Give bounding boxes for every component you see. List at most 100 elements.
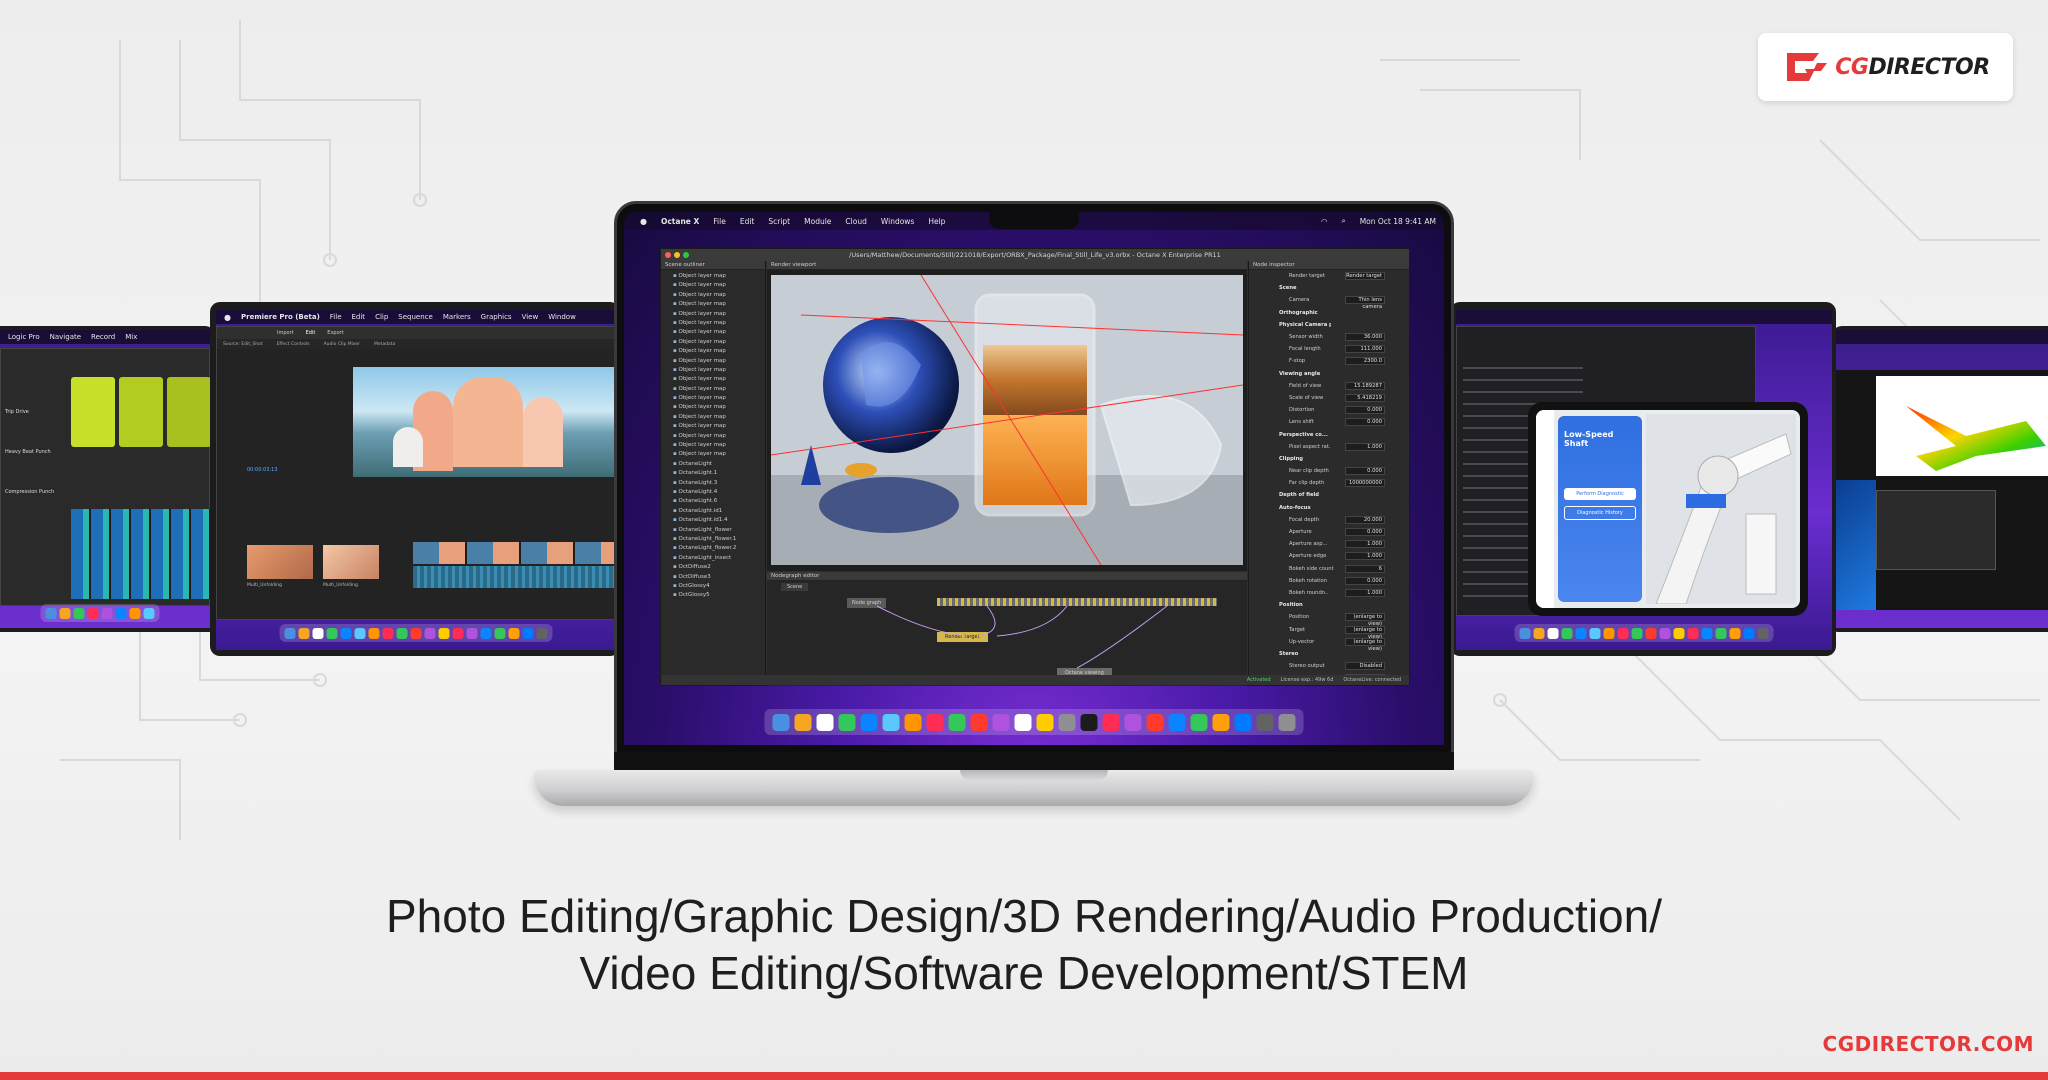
outliner-item[interactable]: Object layer map (673, 385, 765, 394)
inspector-row[interactable]: Scene (1249, 282, 1409, 294)
dock-app-icon[interactable] (1757, 627, 1769, 639)
inspector-row[interactable]: Pixel aspect rat. 1.000 (1249, 441, 1409, 453)
inspector-row[interactable]: Bokeh rotation 0.000 (1249, 575, 1409, 587)
dock-app-icon[interactable] (354, 627, 366, 639)
project-clip-thumb[interactable] (247, 545, 313, 579)
dock-app-icon[interactable] (45, 607, 57, 619)
inspector-value-field[interactable]: 20.000 (1345, 515, 1385, 524)
dock-app-icon[interactable] (410, 627, 422, 639)
inspector-row[interactable]: Aperture edge 1.000 (1249, 550, 1409, 562)
inspector-row[interactable]: Auto-focus (1249, 502, 1409, 514)
dock-app-icon[interactable] (1547, 627, 1559, 639)
menu-item[interactable]: Window (548, 313, 576, 321)
dock-app-icon[interactable] (1687, 627, 1699, 639)
inspector-row[interactable]: Aperture 0.000 (1249, 526, 1409, 538)
dock-app-icon[interactable] (1659, 627, 1671, 639)
inspector-value-field[interactable]: Thin lens camera (1345, 296, 1385, 310)
menu-item[interactable]: Graphics (481, 313, 512, 321)
dock-app-icon[interactable] (284, 627, 296, 639)
plugin-knob-panel[interactable] (71, 377, 115, 447)
dock-app-icon[interactable] (1080, 713, 1098, 731)
minimize-icon[interactable] (674, 252, 680, 258)
video-track[interactable] (413, 542, 616, 564)
inspector-value-field[interactable]: 5.418219 (1345, 393, 1385, 402)
inspector-value-field[interactable]: Disabled (1345, 662, 1385, 671)
menu-item[interactable]: Edit (352, 313, 366, 321)
zoom-icon[interactable] (683, 252, 689, 258)
inspector-row[interactable]: Stereo (1249, 648, 1409, 660)
dock-app-icon[interactable] (1631, 627, 1643, 639)
inspector-row[interactable]: Render target Render target (1249, 270, 1409, 282)
outliner-item[interactable]: Object layer map (673, 441, 765, 450)
inspector-value-field[interactable]: 1.000 (1345, 540, 1385, 549)
dock-app-icon[interactable] (480, 627, 492, 639)
inspector-row[interactable]: Aperture asp... 1.000 (1249, 538, 1409, 550)
menu-item[interactable]: View (522, 313, 539, 321)
dock-app-icon[interactable] (1212, 713, 1230, 731)
inspector-row[interactable]: Perspective co... (1249, 428, 1409, 440)
outliner-item[interactable]: OctGlossy5 (673, 591, 765, 600)
dock-app-icon[interactable] (860, 713, 878, 731)
outliner-item[interactable]: OctGlossy4 (673, 582, 765, 591)
outliner-item[interactable]: Object layer map (673, 291, 765, 300)
diagnostic-history-button[interactable]: Diagnostic History (1564, 506, 1636, 520)
inspector-row[interactable]: Lens shift 0.000 (1249, 416, 1409, 428)
dock-app-icon[interactable] (904, 713, 922, 731)
inspector-row[interactable]: Camera Thin lens camera (1249, 294, 1409, 310)
inspector-value-field[interactable]: (enlarge to view) (1345, 625, 1385, 640)
dock-app-icon[interactable] (970, 713, 988, 731)
inspector-value-field[interactable]: 1.000 (1345, 552, 1385, 561)
outliner-item[interactable]: OctaneLight_flower.1 (673, 535, 765, 544)
dock-app-icon[interactable] (326, 627, 338, 639)
outliner-item[interactable]: Object layer map (673, 272, 765, 281)
menu-item[interactable]: Record (91, 333, 115, 341)
dock-app-icon[interactable] (87, 607, 99, 619)
brand-logo[interactable]: CGDIRECTOR (1758, 33, 2013, 101)
outliner-item[interactable]: OctaneLight.3 (673, 479, 765, 488)
outliner-item[interactable]: Object layer map (673, 432, 765, 441)
outliner-item[interactable]: OctaneLight.id1.4 (673, 516, 765, 525)
results-table[interactable] (1876, 490, 1996, 570)
outliner-item[interactable]: OctDiffuse3 (673, 573, 765, 582)
outliner-item[interactable]: Object layer map (673, 328, 765, 337)
inspector-value-field[interactable]: (enlarge to view) (1345, 613, 1385, 627)
outliner-item[interactable]: OctaneLight.id1 (673, 507, 765, 516)
inspector-row[interactable]: Bokeh side count 6 (1249, 563, 1409, 575)
footer-url[interactable]: CGDIRECTOR.COM (1823, 1032, 2034, 1056)
inspector-row[interactable]: Physical Camera parameters (1249, 319, 1409, 331)
dock-app-icon[interactable] (494, 627, 506, 639)
dock-app-icon[interactable] (382, 627, 394, 639)
inspector-value-field[interactable]: 0.000 (1345, 467, 1385, 476)
menu-item[interactable]: Module (804, 217, 831, 226)
outliner-item[interactable]: Object layer map (673, 403, 765, 412)
tab-source[interactable]: Source: Edit_Shot (223, 342, 263, 347)
tab-export[interactable]: Export (327, 330, 343, 336)
outliner-item[interactable]: Object layer map (673, 281, 765, 290)
outliner-item[interactable]: Object layer map (673, 338, 765, 347)
dock-app-icon[interactable] (992, 713, 1010, 731)
menu-item[interactable]: Help (928, 217, 945, 226)
tab-import[interactable]: Import (277, 330, 294, 336)
outliner-item[interactable]: Object layer map (673, 450, 765, 459)
dock-app-icon[interactable] (508, 627, 520, 639)
dock-app-icon[interactable] (1146, 713, 1164, 731)
inspector-row[interactable]: Up-vector (enlarge to view) (1249, 636, 1409, 652)
inspector-value-field[interactable]: 0.000 (1345, 418, 1385, 427)
outliner-item[interactable]: Object layer map (673, 357, 765, 366)
outliner-item[interactable]: OctaneLight_flower.2 (673, 544, 765, 553)
inspector-value-field[interactable]: 6 (1345, 564, 1385, 573)
inspector-row[interactable]: Near clip depth 0.000 (1249, 465, 1409, 477)
outliner-item[interactable]: Object layer map (673, 366, 765, 375)
dock-app-icon[interactable] (772, 713, 790, 731)
outliner-item[interactable]: Object layer map (673, 300, 765, 309)
inspector-value-field[interactable]: 1.000 (1345, 588, 1385, 597)
inspector-row[interactable]: Orthographic (1249, 307, 1409, 319)
dock-app-icon[interactable] (1256, 713, 1274, 731)
search-icon[interactable]: ⌕ (1341, 216, 1345, 226)
outliner-item[interactable]: Object layer map (673, 394, 765, 403)
inspector-value-field[interactable]: 0.000 (1345, 576, 1385, 585)
close-icon[interactable] (665, 252, 671, 258)
inspector-value-field[interactable]: 1000000000 (1345, 479, 1385, 488)
wifi-icon[interactable]: ◠ (1321, 217, 1328, 226)
dock-app-icon[interactable] (1673, 627, 1685, 639)
